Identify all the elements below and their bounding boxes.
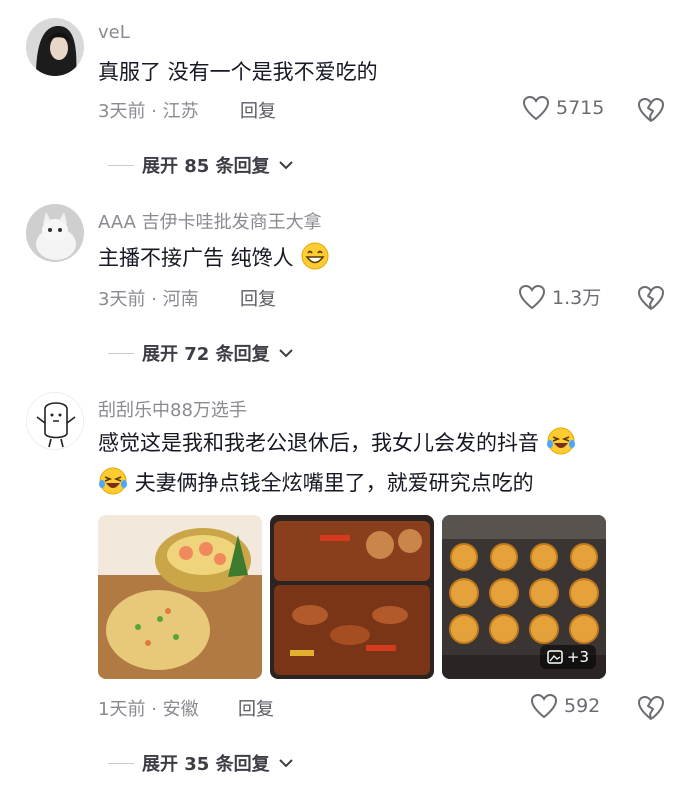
image-gallery-icon [547,650,563,664]
heart-outline-icon [518,284,546,309]
comment-location: 安徽 [162,699,199,720]
comment-1: veL 真服了 没有一个是我不爱吃的 3天前 · 江苏 回复 5715 展开 8… [0,0,690,190]
comment-text: 主播不接广告 纯馋人 [98,241,330,275]
comment-text-2: 夫妻俩挣点钱全炫嘴里了，就爱研究点吃的 [98,466,534,500]
laughing-tears-emoji-icon [546,427,575,455]
like-count: 5715 [556,97,605,119]
laughing-tears-emoji-icon [99,467,127,495]
username[interactable]: veL [98,22,130,43]
comment-meta: 1天前 · 安徽 [98,695,199,721]
avatar[interactable] [26,18,84,76]
reply-button[interactable]: 回复 [240,285,276,311]
grinning-emoji-icon [301,242,329,270]
more-images-badge[interactable]: +3 [539,645,596,669]
more-images-count: +3 [566,648,589,666]
comment-text: 感觉这是我和我老公退休后，我女儿会发的抖音 [98,426,576,460]
expand-divider [108,164,134,166]
expand-divider [108,352,134,354]
heart-outline-icon [522,95,550,121]
comment-meta: 3天前 · 河南 [98,285,199,311]
username[interactable]: AAA 吉伊卡哇批发商王大拿 [98,208,322,234]
expand-replies-button[interactable]: 展开 72 条回复 [108,340,294,366]
like-count: 1.3万 [552,287,602,309]
comment-text: 真服了 没有一个是我不爱吃的 [98,60,378,84]
avatar[interactable] [26,204,84,262]
expand-replies-button[interactable]: 展开 35 条回复 [108,750,294,776]
comment-text-line: 感觉这是我和我老公退休后，我女儿会发的抖音 [98,431,539,455]
heart-outline-icon [530,693,558,719]
meta-separator: · [151,699,157,720]
broken-heart-icon[interactable] [637,284,665,312]
comment-time: 3天前 [98,101,146,122]
comment-image-gallery: +3 [98,515,606,679]
expand-divider [108,762,134,764]
username[interactable]: 刮刮乐中88万选手 [98,396,247,422]
like-button[interactable]: 1.3万 [518,283,601,310]
expand-replies-label: 展开 72 条回复 [142,344,270,365]
reply-button[interactable]: 回复 [238,695,274,721]
meta-separator: · [151,101,157,122]
like-button[interactable]: 5715 [522,95,604,121]
broken-heart-icon[interactable] [637,694,665,722]
food-image-fried-rice[interactable] [98,515,262,679]
chevron-down-icon [278,161,293,170]
broken-heart-icon[interactable] [637,96,665,124]
comment-time: 1天前 [98,699,146,720]
expand-replies-label: 展开 85 条回复 [142,156,270,177]
expand-replies-button[interactable]: 展开 85 条回复 [108,152,294,178]
comment-time: 3天前 [98,289,146,310]
comment-2: AAA 吉伊卡哇批发商王大拿 主播不接广告 纯馋人 3天前 · 河南 回复 1.… [0,190,690,380]
like-button[interactable]: 592 [530,693,600,719]
avatar[interactable] [26,392,84,450]
chevron-down-icon [278,349,293,358]
comment-text-line: 主播不接广告 纯馋人 [98,246,294,270]
comment-text-line: 夫妻俩挣点钱全炫嘴里了，就爱研究点吃的 [134,471,534,495]
chevron-down-icon [278,759,293,768]
like-count: 592 [564,695,601,717]
comment-location: 河南 [162,289,199,310]
meta-separator: · [151,289,157,310]
comment-meta: 3天前 · 江苏 [98,97,199,123]
food-image-egg-tarts[interactable]: +3 [442,515,606,679]
reply-button[interactable]: 回复 [240,97,276,123]
comment-3: 刮刮乐中88万选手 感觉这是我和我老公退休后，我女儿会发的抖音 夫妻俩挣点钱全炫… [0,380,690,793]
comment-location: 江苏 [162,101,199,122]
food-image-braised-dish[interactable] [270,515,434,679]
expand-replies-label: 展开 35 条回复 [142,754,270,775]
